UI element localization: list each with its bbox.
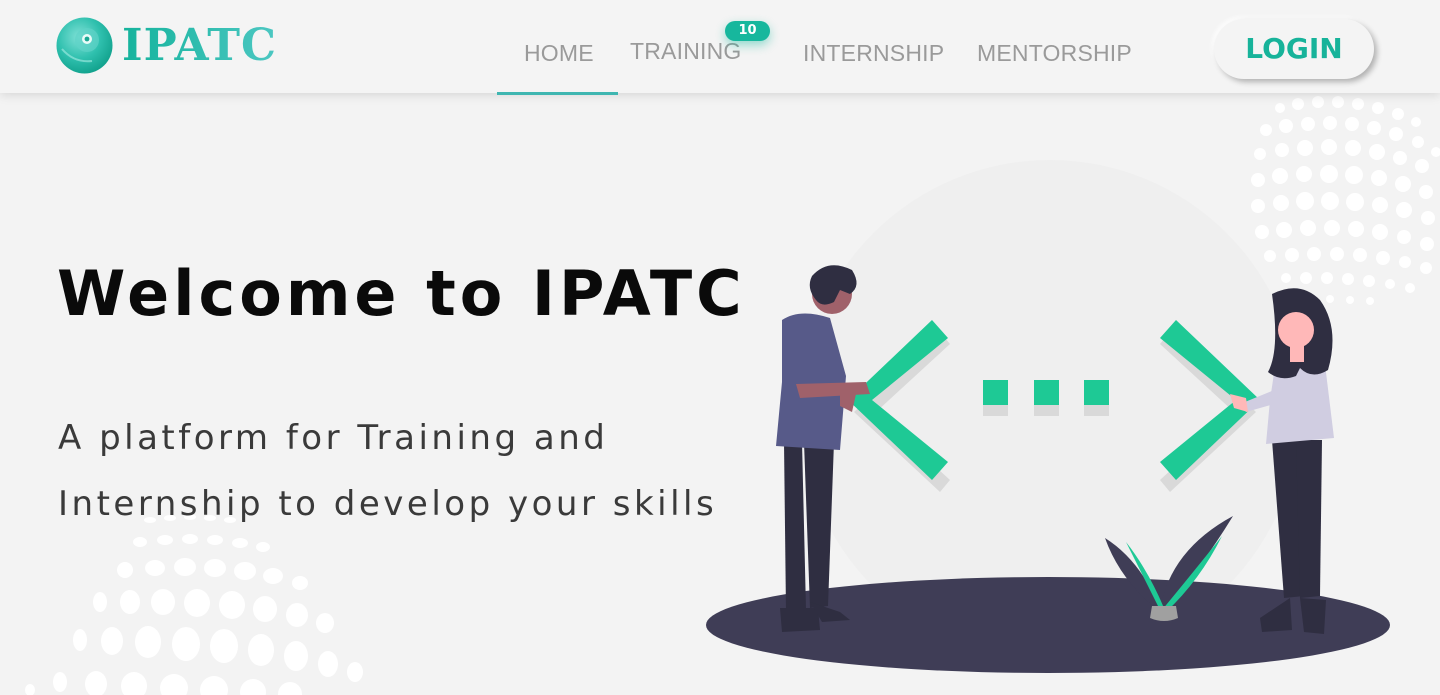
hero-subtitle-line-2: Internship to develop your skills bbox=[58, 484, 718, 524]
nav-mentorship[interactable]: MENTORSHIP bbox=[977, 40, 1132, 67]
training-count-badge: 10 bbox=[725, 21, 770, 41]
hero-title: Welcome to IPATC bbox=[57, 257, 746, 330]
landing-page: IPATC HOME TRAINING 10 INTERNSHIP MENTOR… bbox=[0, 0, 1440, 695]
nav-internship[interactable]: INTERNSHIP bbox=[803, 40, 944, 67]
people-with-code-brackets-illustration bbox=[706, 160, 1390, 673]
login-button[interactable]: LOGIN bbox=[1214, 19, 1374, 79]
active-nav-indicator bbox=[497, 92, 618, 95]
nav-home[interactable]: HOME bbox=[524, 40, 594, 67]
hero-subtitle: A platform for Training and Internship t… bbox=[58, 405, 758, 537]
nav-training[interactable]: TRAINING bbox=[630, 38, 742, 65]
ellipsis-dots bbox=[983, 380, 1109, 405]
hero-subtitle-line-1: A platform for Training and bbox=[58, 418, 609, 458]
top-navbar: IPATC HOME TRAINING 10 INTERNSHIP MENTOR… bbox=[0, 0, 1440, 95]
